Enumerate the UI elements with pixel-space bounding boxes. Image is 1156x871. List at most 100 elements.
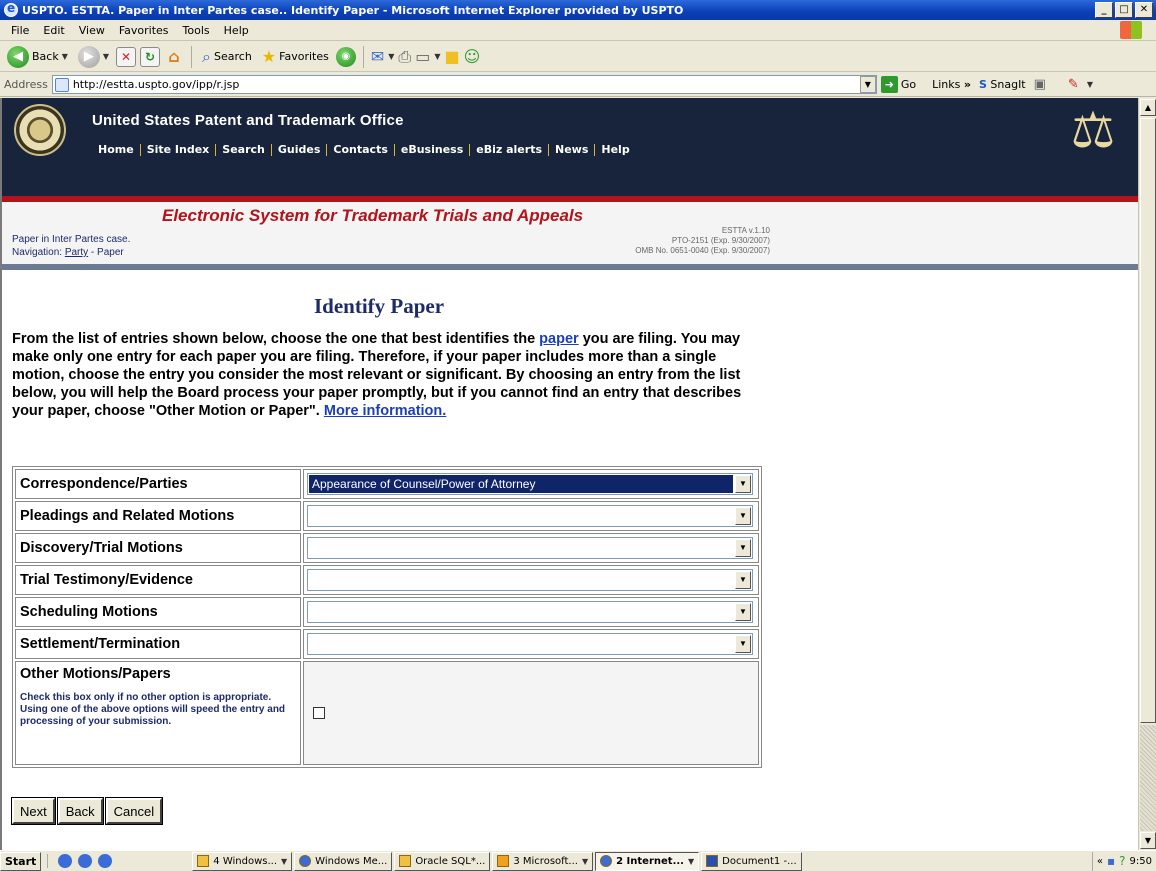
back-form-button[interactable]: Back xyxy=(56,797,104,825)
start-button[interactable]: Start xyxy=(0,851,42,871)
back-dropdown-icon[interactable]: ▼ xyxy=(62,52,68,61)
task-windows-media[interactable]: Windows Me... xyxy=(294,851,393,871)
other-motions-checkbox[interactable] xyxy=(313,707,325,719)
chevron-down-icon[interactable]: ▼ xyxy=(735,571,751,589)
title-bar: USPTO. ESTTA. Paper in Inter Partes case… xyxy=(0,0,1156,20)
menu-file[interactable]: File xyxy=(4,24,36,37)
menu-favorites[interactable]: Favorites xyxy=(112,24,176,37)
chevron-down-icon[interactable]: ▼ xyxy=(735,507,751,525)
menu-view[interactable]: View xyxy=(72,24,112,37)
print-icon[interactable]: ⎙ xyxy=(398,48,411,65)
mail-icon[interactable]: ✉ xyxy=(371,48,384,65)
scroll-thumb[interactable] xyxy=(1140,118,1156,723)
edit-dropdown-icon[interactable]: ▼ xyxy=(434,52,440,61)
menu-tools[interactable]: Tools xyxy=(176,24,217,37)
vertical-scrollbar[interactable]: ▲ ▼ xyxy=(1138,98,1156,850)
category-label: Scheduling Motions xyxy=(15,597,301,627)
address-dropdown-icon[interactable]: ▼ xyxy=(859,76,876,93)
more-information-link[interactable]: More information. xyxy=(324,403,446,419)
task-windows-explorer[interactable]: 4 Windows... ▼ xyxy=(192,851,293,871)
task-label: 3 Microsoft... xyxy=(513,855,578,867)
task-microsoft[interactable]: 3 Microsoft... ▼ xyxy=(492,851,594,871)
discovery-trial-select[interactable]: ▼ xyxy=(307,537,753,559)
chevron-down-icon[interactable]: ▼ xyxy=(735,603,751,621)
breadcrumb-party-link[interactable]: Party xyxy=(65,247,88,258)
other-motions-title: Other Motions/Papers xyxy=(20,666,171,682)
quick-launch xyxy=(47,854,122,868)
next-button[interactable]: Next xyxy=(11,797,56,825)
toolbar: ◀ Back ▼ ▶ ▼ ✕ ↻ ⌂ ⌕ Search ★ Favorites … xyxy=(0,42,1156,72)
nav-ebusiness[interactable]: eBusiness xyxy=(395,144,471,156)
notes-icon[interactable]: ■ xyxy=(445,48,460,65)
stop-icon[interactable]: ✕ xyxy=(116,46,137,67)
ie-quicklaunch-icon[interactable] xyxy=(78,854,93,868)
minimize-button[interactable]: _ xyxy=(1095,2,1113,18)
help-icon[interactable]: ? xyxy=(1119,853,1125,869)
scales-logo-icon: ⚖ xyxy=(1070,101,1116,159)
nav-guides[interactable]: Guides xyxy=(272,144,328,156)
scroll-down-icon[interactable]: ▼ xyxy=(1140,832,1156,849)
ie-quicklaunch-icon[interactable] xyxy=(98,854,113,868)
go-button[interactable]: ➜ Go xyxy=(880,76,916,93)
pdf-icon[interactable]: ✎ xyxy=(1068,77,1079,93)
paper-link[interactable]: paper xyxy=(539,331,579,347)
correspondence-parties-select[interactable]: Appearance of Counsel/Power of Attorney … xyxy=(307,473,753,495)
go-arrow-icon: ➜ xyxy=(880,76,898,93)
scroll-up-icon[interactable]: ▲ xyxy=(1140,99,1156,116)
nav-search[interactable]: Search xyxy=(216,144,272,156)
links-label: Links xyxy=(932,78,961,91)
menu-bar: File Edit View Favorites Tools Help xyxy=(0,20,1156,41)
task-internet-explorer[interactable]: 2 Internet... ▼ xyxy=(595,851,700,871)
nav-ebiz-alerts[interactable]: eBiz alerts xyxy=(470,144,549,156)
snagit-button[interactable]: S SnagIt xyxy=(979,78,1026,91)
address-input[interactable]: http://estta.uspto.gov/ipp/r.jsp ▼ xyxy=(51,75,877,94)
forward-button[interactable]: ▶ ▼ xyxy=(75,44,112,70)
search-button[interactable]: ⌕ Search xyxy=(199,44,255,70)
network-icon[interactable]: ▪ xyxy=(1107,853,1115,869)
links-button[interactable]: Links » xyxy=(932,78,971,91)
maximize-button[interactable]: □ xyxy=(1115,2,1133,18)
cancel-button[interactable]: Cancel xyxy=(104,797,164,825)
tray-expand-icon[interactable]: « xyxy=(1097,856,1103,867)
task-label: Oracle SQL*... xyxy=(415,855,486,867)
snagit-label: SnagIt xyxy=(990,78,1026,91)
chevron-down-icon[interactable]: ▼ xyxy=(735,475,751,493)
chevron-down-icon[interactable]: ▼ xyxy=(735,635,751,653)
task-oracle-sql[interactable]: Oracle SQL*... xyxy=(394,851,491,871)
desktop-icon[interactable] xyxy=(58,854,73,868)
edit-icon[interactable]: ▭ xyxy=(415,48,430,65)
mail-dropdown-icon[interactable]: ▼ xyxy=(388,52,394,61)
scroll-track[interactable] xyxy=(1140,725,1156,831)
version-info: ESTTA v.1.10 PTO-2151 (Exp. 9/30/2007) O… xyxy=(635,226,770,256)
nav-help[interactable]: Help xyxy=(595,144,635,156)
chevron-down-icon[interactable]: ▼ xyxy=(735,539,751,557)
messenger-icon[interactable]: ☺ xyxy=(464,48,481,65)
task-label: Document1 -... xyxy=(722,855,797,867)
refresh-icon[interactable]: ↻ xyxy=(140,46,161,67)
nav-site-index[interactable]: Site Index xyxy=(141,144,217,156)
nav-contacts[interactable]: Contacts xyxy=(327,144,395,156)
windows-logo-icon xyxy=(1120,21,1142,39)
media-icon[interactable]: ◉ xyxy=(335,46,356,67)
pdf-dropdown-icon[interactable]: ▼ xyxy=(1087,80,1093,89)
task-word-document[interactable]: Document1 -... xyxy=(701,851,802,871)
nav-news[interactable]: News xyxy=(549,144,596,156)
menu-edit[interactable]: Edit xyxy=(36,24,71,37)
home-icon[interactable]: ⌂ xyxy=(164,47,184,67)
task-label: 4 Windows... xyxy=(213,855,278,867)
close-button[interactable]: ✕ xyxy=(1135,2,1153,18)
forward-dropdown-icon[interactable]: ▼ xyxy=(103,52,109,61)
other-motions-help: Check this box only if no other option i… xyxy=(20,692,286,727)
nav-home[interactable]: Home xyxy=(92,144,141,156)
scheduling-select[interactable]: ▼ xyxy=(307,601,753,623)
trial-testimony-select[interactable]: ▼ xyxy=(307,569,753,591)
pleadings-select[interactable]: ▼ xyxy=(307,505,753,527)
chevron-down-icon: ▼ xyxy=(581,856,589,866)
menu-help[interactable]: Help xyxy=(217,24,256,37)
favorites-button[interactable]: ★ Favorites xyxy=(259,44,332,70)
settlement-select[interactable]: ▼ xyxy=(307,633,753,655)
back-button[interactable]: ◀ Back ▼ xyxy=(4,44,71,70)
task-label: 2 Internet... xyxy=(616,855,684,867)
url-text[interactable]: http://estta.uspto.gov/ipp/r.jsp xyxy=(73,78,860,91)
snagit-window-icon[interactable]: ▣ xyxy=(1034,77,1046,93)
